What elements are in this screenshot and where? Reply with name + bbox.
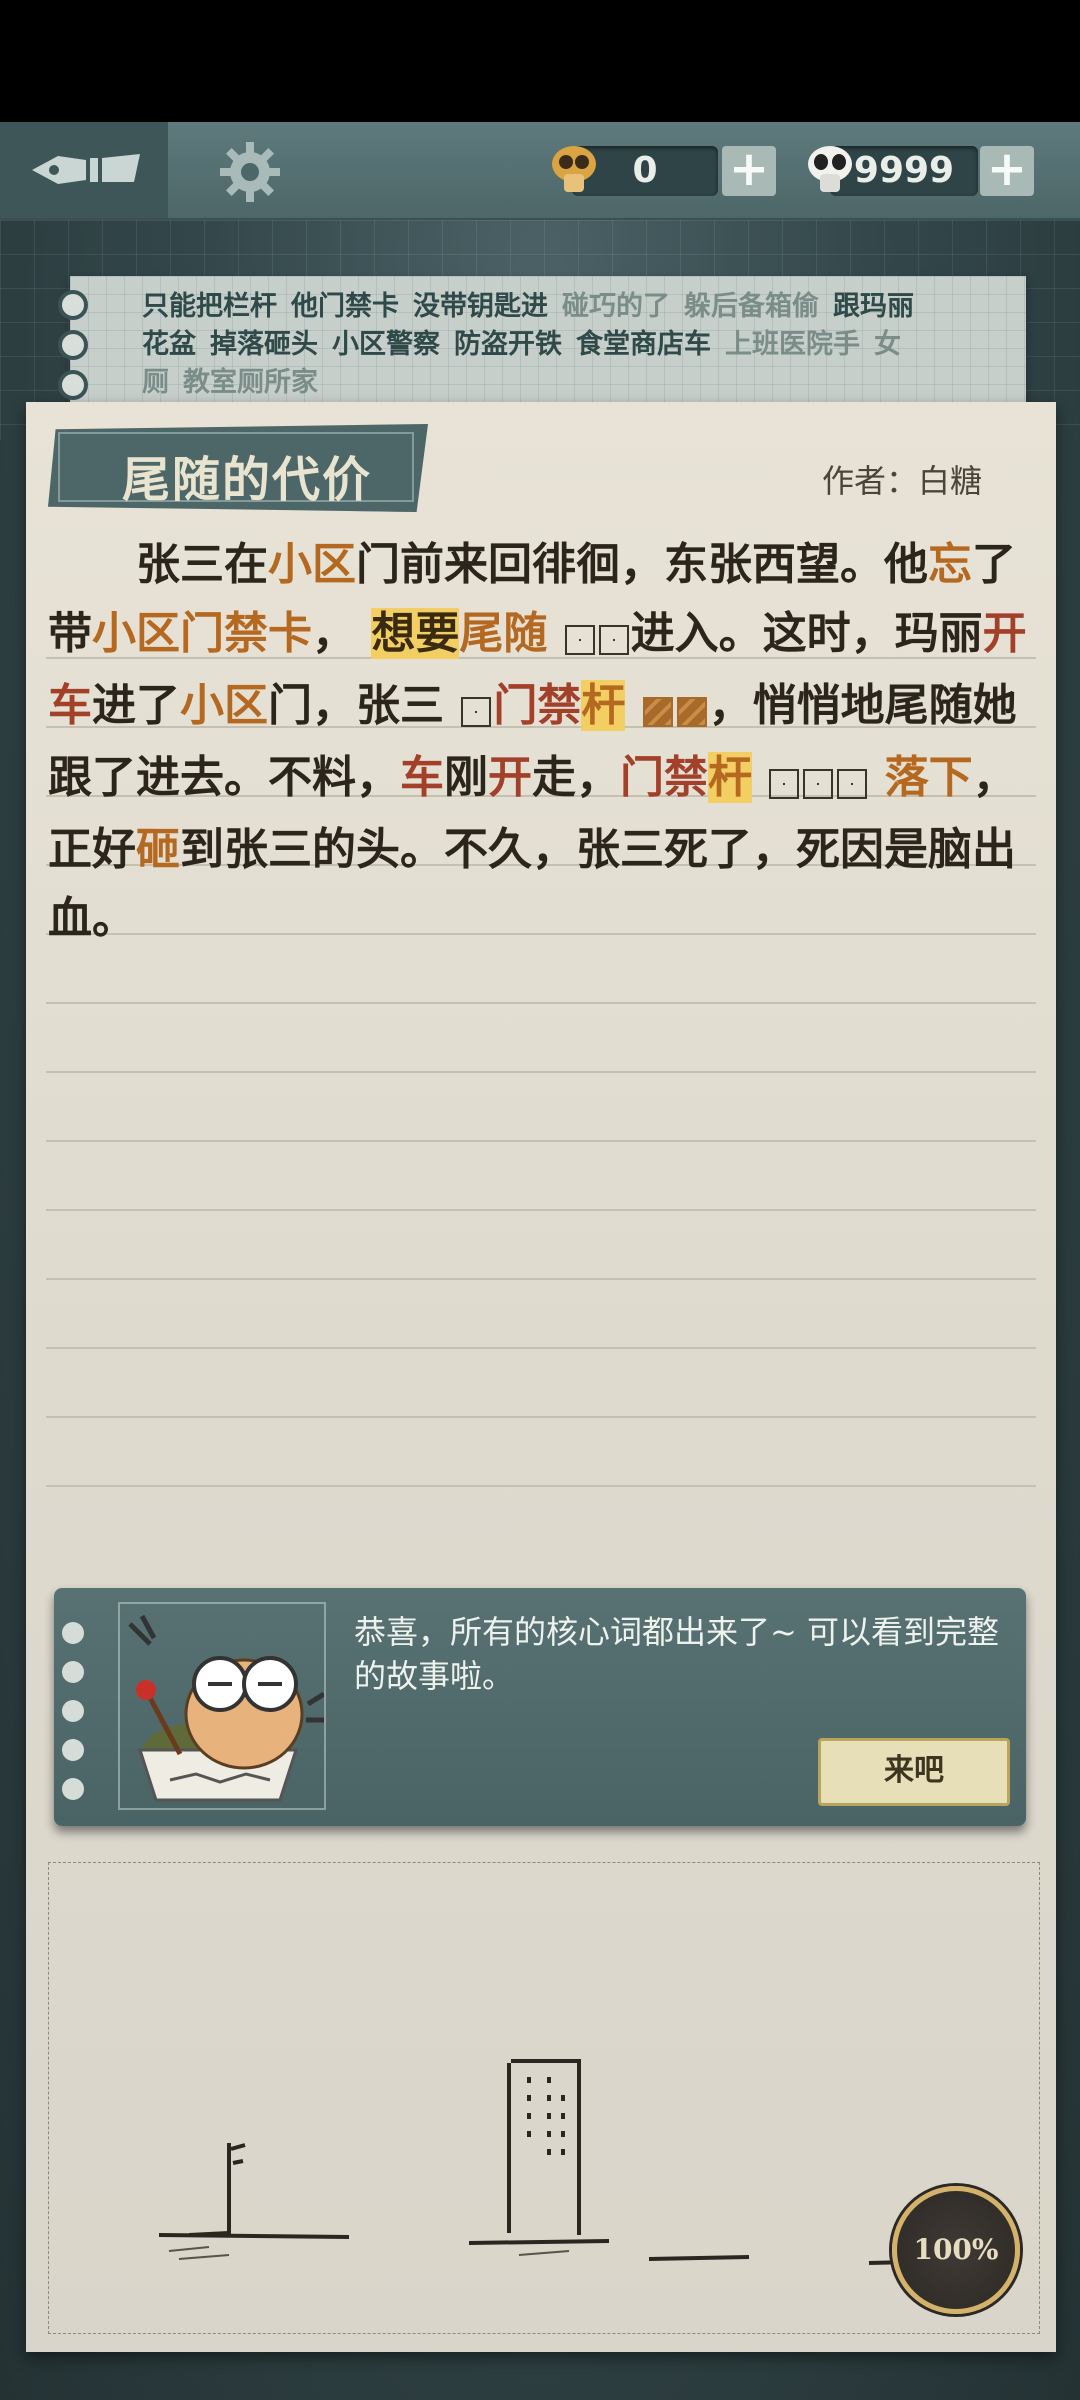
keyword-chip[interactable]: 只能把栏杆 bbox=[142, 291, 277, 322]
story-keyword[interactable]: 门禁 bbox=[620, 752, 708, 803]
story-segment: 门，张三 bbox=[268, 680, 444, 731]
story-author: 作者：白糖 bbox=[822, 462, 983, 500]
story-keyword[interactable]: 门禁 bbox=[493, 680, 581, 731]
lets-go-button[interactable]: 来吧 bbox=[818, 1738, 1010, 1806]
story-segment: 门前来回徘徊，东张西望。他 bbox=[356, 539, 928, 590]
binder-rings bbox=[58, 290, 88, 440]
keyword-line: 花盆 掉落砸头 小区警察 防盗开铁 食堂商店车 上班医院手女 bbox=[142, 326, 1022, 364]
keyword-chip[interactable]: 他门禁卡 bbox=[291, 291, 399, 322]
menu-button[interactable] bbox=[0, 122, 168, 218]
keyword-chip[interactable]: 碰巧的了 bbox=[562, 291, 670, 322]
story-keyword-highlighted[interactable]: 杆 bbox=[581, 680, 626, 731]
keyword-line: 厕教室厕所家 bbox=[142, 364, 1022, 402]
story-keyword[interactable]: 尾随 bbox=[459, 608, 547, 659]
keyword-chip[interactable]: 掉落砸头 bbox=[210, 329, 318, 360]
keyword-chip[interactable]: 女 bbox=[874, 329, 901, 360]
story-keyword[interactable]: 小区 bbox=[92, 608, 180, 659]
binder-rings bbox=[62, 1622, 84, 1817]
tip-message: 恭喜，所有的核心词都出来了~ 可以看到完整的故事啦。 bbox=[354, 1613, 999, 1695]
mascot-portrait bbox=[118, 1602, 326, 1810]
keyword-chip[interactable]: 躲后备箱偷 bbox=[684, 291, 819, 322]
blank-slots[interactable] bbox=[563, 602, 631, 671]
story-segment: 走， bbox=[532, 752, 620, 803]
keyword-notes: 只能把栏杆 他门禁卡 没带钥匙进 碰巧的了 躲后备箱偷 跟玛丽 花盆 掉落砸头 小区警察 防盗开… bbox=[58, 276, 1026, 440]
story-segment: ， bbox=[312, 608, 356, 659]
keyword-chip[interactable]: 跟玛丽 bbox=[833, 291, 914, 322]
story-keyword[interactable]: 开 bbox=[488, 752, 532, 803]
pen-icon bbox=[32, 154, 140, 184]
keyword-chip[interactable]: 没带钥匙进 bbox=[413, 291, 548, 322]
keyword-chip[interactable]: 上班医院手 bbox=[725, 329, 860, 360]
story-segment: 到张三的头。不久，张三死了，死因是脑出血。 bbox=[48, 824, 1016, 944]
keyword-chip[interactable]: 防盗开铁 bbox=[454, 329, 562, 360]
story-segment: 张三在 bbox=[136, 539, 268, 590]
keyword-list: 只能把栏杆 他门禁卡 没带钥匙进 碰巧的了 躲后备箱偷 跟玛丽 花盆 掉落砸头 小区警察 防盗开… bbox=[142, 288, 1022, 402]
story-keyword-highlighted[interactable]: 想要 bbox=[371, 608, 460, 659]
story-keyword-highlighted[interactable]: 杆 bbox=[708, 752, 752, 803]
blank-slots[interactable] bbox=[459, 674, 493, 743]
story-keyword[interactable]: 小区 bbox=[180, 680, 268, 731]
story-keyword[interactable]: 车 bbox=[400, 752, 444, 803]
story-title: 尾随的代价 bbox=[122, 452, 373, 508]
story-keyword[interactable]: 小区 bbox=[268, 539, 356, 590]
story-segment: 进入。这时，玛丽 bbox=[630, 608, 983, 659]
blank-slots[interactable] bbox=[767, 746, 869, 815]
scene-sketch-area bbox=[48, 1862, 1040, 2334]
progress-badge[interactable]: 100% bbox=[892, 2186, 1020, 2314]
add-coins-button[interactable]: + bbox=[980, 145, 1034, 196]
status-bar bbox=[0, 0, 1080, 122]
tip-dialog: 恭喜，所有的核心词都出来了~ 可以看到完整的故事啦。 来吧 bbox=[54, 1588, 1026, 1826]
story-keyword[interactable]: 砸 bbox=[136, 824, 180, 875]
story-segment: 进了 bbox=[92, 680, 180, 731]
add-hints-button[interactable]: + bbox=[722, 145, 776, 196]
keyword-chip[interactable]: 教室厕所家 bbox=[183, 367, 318, 398]
keyword-chip[interactable]: 厕 bbox=[142, 367, 169, 398]
keyword-chip[interactable]: 小区警察 bbox=[332, 329, 440, 360]
story-keyword[interactable]: 忘 bbox=[928, 539, 972, 590]
story-text: 张三在小区门前来回徘徊，东张西望。他忘了带小区门禁卡， 想要尾随 进入。这时，玛… bbox=[48, 530, 1038, 953]
keyword-chip[interactable]: 花盆 bbox=[142, 329, 196, 360]
mascot-icon bbox=[128, 1614, 326, 1802]
story-keyword[interactable]: 门禁卡 bbox=[180, 608, 312, 659]
panda-coin-icon bbox=[808, 146, 852, 192]
story-keyword[interactable]: 落下 bbox=[885, 752, 973, 803]
gear-icon[interactable] bbox=[218, 140, 282, 204]
story-segment: 刚 bbox=[444, 752, 488, 803]
keyword-chip[interactable]: 食堂商店车 bbox=[576, 329, 711, 360]
scene-sketch bbox=[158, 2059, 950, 2265]
skull-coin-icon bbox=[552, 146, 596, 192]
keyword-line: 只能把栏杆 他门禁卡 没带钥匙进 碰巧的了 躲后备箱偷 跟玛丽 bbox=[142, 288, 1022, 326]
filled-slots[interactable] bbox=[641, 674, 709, 743]
